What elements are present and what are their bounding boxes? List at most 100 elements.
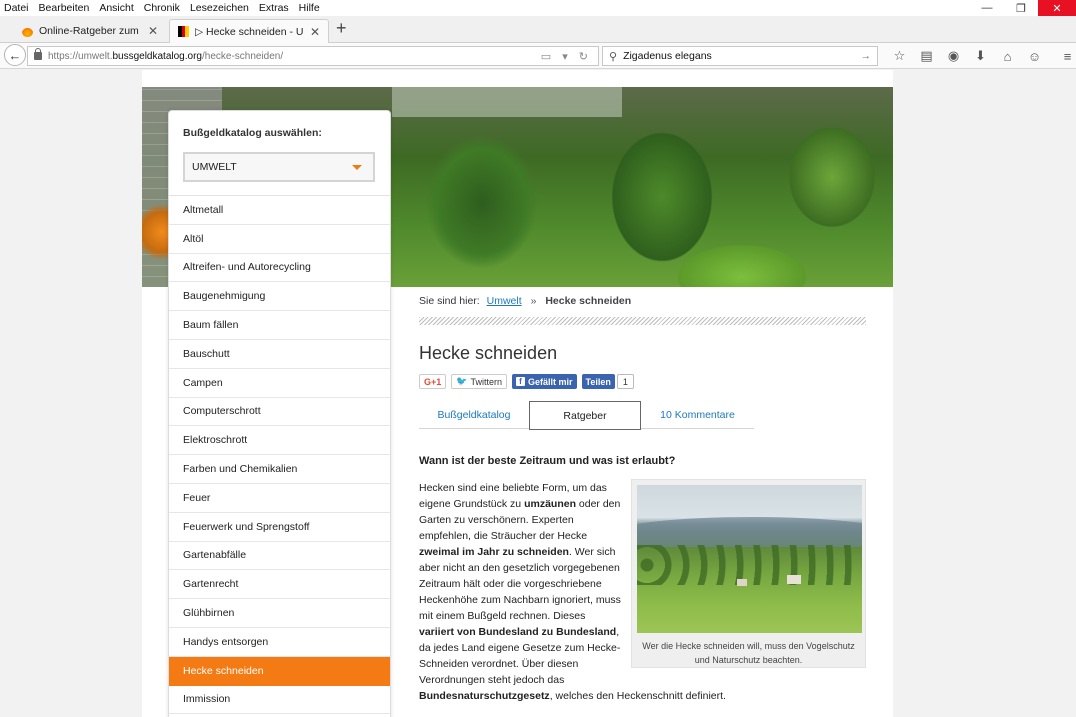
photo-house bbox=[737, 579, 747, 586]
sidebar-item-altmetall[interactable]: Altmetall bbox=[169, 196, 390, 225]
tab-kommentare[interactable]: 10 Kommentare bbox=[641, 401, 754, 428]
sidebar-item-feuerwerk[interactable]: Feuerwerk und Sprengstoff bbox=[169, 513, 390, 542]
main-content: Sie sind hier: Umwelt » Hecke schneiden … bbox=[419, 287, 866, 717]
breadcrumb: Sie sind hier: Umwelt » Hecke schneiden bbox=[419, 295, 866, 307]
sidebar-item-baugenehmigung[interactable]: Baugenehmigung bbox=[169, 282, 390, 312]
menu-extras[interactable]: Extras bbox=[254, 2, 294, 14]
download-icon[interactable]: ⬇ bbox=[967, 46, 994, 66]
tab-bussgeldkatalog[interactable]: Bußgeldkatalog bbox=[419, 401, 529, 428]
browser-tab-ratgeber[interactable]: Online-Ratgeber zum Gart... ✕ bbox=[14, 19, 166, 43]
menu-chronik[interactable]: Chronik bbox=[139, 2, 185, 14]
breadcrumb-prefix: Sie sind hier: bbox=[419, 295, 480, 307]
sidebar-item-farben[interactable]: Farben und Chemikalien bbox=[169, 455, 390, 484]
breadcrumb-separator: » bbox=[530, 295, 537, 307]
menu-datei[interactable]: Datei bbox=[0, 2, 34, 14]
window-controls: — ❐ ✕ bbox=[970, 0, 1076, 16]
browser-tab-hecke[interactable]: ▷ Hecke schneiden - Um... ✕ bbox=[169, 19, 329, 43]
twitter-button[interactable]: 🐦 Twittern bbox=[451, 374, 507, 389]
sidebar-item-immission[interactable]: Immission bbox=[169, 686, 390, 715]
chat-icon[interactable]: ☺ bbox=[1021, 46, 1048, 66]
article-bold: zweimal im Jahr zu schneiden bbox=[419, 546, 569, 558]
catalog-select[interactable]: UMWELT bbox=[183, 152, 375, 182]
gplus-button[interactable]: G+1 bbox=[419, 374, 447, 389]
sidebar-item-gartenabfaelle[interactable]: Gartenabfälle bbox=[169, 542, 390, 571]
sidebar-title: Bußgeldkatalog auswählen: bbox=[183, 127, 322, 139]
article-bold: variiert von Bundesland zu Bundesland bbox=[419, 626, 617, 638]
share-count-badge: 1 bbox=[616, 374, 634, 389]
sidebar-item-feuer[interactable]: Feuer bbox=[169, 484, 390, 513]
article-text: Hecken sind eine beliebte Form, um das e… bbox=[419, 480, 621, 688]
close-window-button[interactable]: ✕ bbox=[1038, 0, 1076, 16]
sidebar-item-gluehbirnen[interactable]: Glühbirnen bbox=[169, 599, 390, 628]
tab-title: Online-Ratgeber zum Gart... bbox=[39, 25, 142, 37]
new-tab-button[interactable]: + bbox=[336, 18, 347, 39]
chevron-down-icon bbox=[352, 165, 362, 170]
search-go-icon[interactable]: → bbox=[861, 50, 872, 62]
pocket-icon[interactable]: ◉ bbox=[940, 46, 967, 66]
sidebar-header: Bußgeldkatalog auswählen: UMWELT bbox=[169, 111, 390, 196]
sidebar-item-handys[interactable]: Handys entsorgen bbox=[169, 628, 390, 657]
facebook-icon: f bbox=[516, 377, 525, 386]
sidebar-item-altoel[interactable]: Altöl bbox=[169, 225, 390, 254]
sidebar-item-campen[interactable]: Campen bbox=[169, 369, 390, 398]
menu-ansicht[interactable]: Ansicht bbox=[94, 2, 138, 14]
tab-bar: Online-Ratgeber zum Gart... ✕ ▷ Hecke sc… bbox=[0, 16, 1076, 43]
close-tab-icon[interactable]: ✕ bbox=[148, 24, 158, 38]
reader-reload-icons[interactable]: ▭ ▾ ↻ bbox=[541, 50, 592, 63]
content-tabs: Bußgeldkatalog Ratgeber 10 Kommentare bbox=[419, 401, 754, 430]
facebook-like-button[interactable]: f Gefällt mir bbox=[512, 374, 577, 389]
search-input[interactable]: ⚲ Zigadenus elegans → bbox=[602, 46, 878, 66]
nav-bar: ← https://umwelt. bussgeldkatalog.org/hec… bbox=[0, 43, 1076, 69]
article-body: Hecken sind eine beliebte Form, um das e… bbox=[419, 479, 866, 717]
breadcrumb-link-umwelt[interactable]: Umwelt bbox=[487, 295, 522, 307]
twitter-label: Twittern bbox=[470, 376, 502, 387]
back-button[interactable]: ← bbox=[4, 44, 26, 66]
search-value: Zigadenus elegans bbox=[623, 50, 712, 62]
sidebar-item-gartenrecht[interactable]: Gartenrecht bbox=[169, 570, 390, 600]
sidebar-item-altreifen[interactable]: Altreifen- und Autorecycling bbox=[169, 254, 390, 283]
close-tab-icon[interactable]: ✕ bbox=[310, 25, 320, 39]
twitter-bird-icon: 🐦 bbox=[456, 376, 468, 386]
section-heading: Wann ist der beste Zeitraum und was ist … bbox=[419, 455, 676, 467]
photo-hill bbox=[637, 517, 862, 547]
landscape-photo bbox=[637, 485, 862, 633]
tab-title: ▷ Hecke schneiden - Um... bbox=[195, 25, 304, 38]
web-page: Bußgeldkatalog auswählen: UMWELT Altmeta… bbox=[142, 70, 893, 717]
url-bar[interactable]: https://umwelt. bussgeldkatalog.org/hecke… bbox=[27, 46, 599, 66]
tab-ratgeber[interactable]: Ratgeber bbox=[529, 401, 641, 430]
page-title: Hecke schneiden bbox=[419, 343, 558, 363]
bookmarks-library-icon[interactable]: ▤ bbox=[913, 46, 940, 66]
sidebar-item-elektroschrott[interactable]: Elektroschrott bbox=[169, 426, 390, 456]
article-figure: Wer die Hecke schneiden will, muss den V… bbox=[631, 479, 866, 668]
sidebar-item-hecke-schneiden[interactable]: Hecke schneiden bbox=[169, 656, 390, 686]
lock-icon bbox=[34, 48, 42, 60]
minimize-button[interactable]: — bbox=[970, 0, 1004, 16]
menu-lesezeichen[interactable]: Lesezeichen bbox=[185, 2, 254, 14]
hatched-divider bbox=[419, 317, 866, 325]
hamburger-menu-icon[interactable]: ≡ bbox=[1054, 46, 1076, 66]
url-prefix: https://umwelt. bbox=[48, 50, 113, 62]
menu-bearbeiten[interactable]: Bearbeiten bbox=[34, 2, 95, 14]
restore-button[interactable]: ❐ bbox=[1004, 0, 1038, 16]
photo-trees bbox=[637, 545, 862, 585]
sidebar-item-computerschrott[interactable]: Computerschrott bbox=[169, 398, 390, 427]
bookmark-star-icon[interactable]: ☆ bbox=[886, 46, 913, 66]
breadcrumb-current: Hecke schneiden bbox=[545, 295, 632, 307]
menu-bar: Datei Bearbeiten Ansicht Chronik Lesezei… bbox=[0, 0, 1076, 16]
article-bold: Bundesnaturschutzgesetz bbox=[419, 690, 550, 702]
home-icon[interactable]: ⌂ bbox=[994, 46, 1021, 66]
facebook-share-button[interactable]: Teilen bbox=[581, 374, 615, 389]
sidebar-item-baum-faellen[interactable]: Baum fällen bbox=[169, 311, 390, 340]
sidebar-list: Altmetall Altöl Altreifen- und Autorecyc… bbox=[169, 196, 390, 715]
flame-favicon-icon bbox=[22, 25, 33, 37]
toolbar-icons: ☆ ▤ ◉ ⬇ ⌂ ☺ ≡ bbox=[886, 46, 1076, 66]
sidebar-item-bauschutt[interactable]: Bauschutt bbox=[169, 340, 390, 369]
sky-decor bbox=[392, 87, 622, 117]
figure-caption: Wer die Hecke schneiden will, muss den V… bbox=[642, 641, 855, 665]
article-text-part: , welches den Heckenschnitt definiert. bbox=[549, 690, 726, 702]
article-bold: umzäunen bbox=[524, 498, 576, 510]
social-buttons: G+1 🐦 Twittern f Gefällt mir Teilen 1 bbox=[419, 374, 866, 389]
menu-hilfe[interactable]: Hilfe bbox=[294, 2, 325, 14]
catalog-sidebar: Bußgeldkatalog auswählen: UMWELT Altmeta… bbox=[168, 110, 391, 717]
facebook-label: Gefällt mir bbox=[528, 376, 573, 387]
